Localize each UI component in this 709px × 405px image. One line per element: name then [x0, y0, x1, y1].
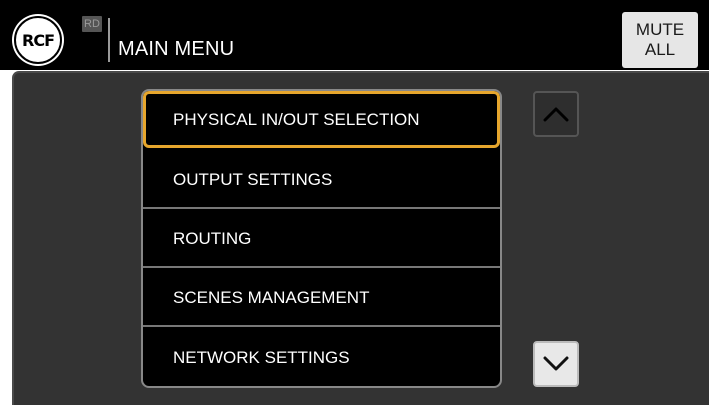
- menu-item-label: SCENES MANAGEMENT: [173, 287, 370, 307]
- rd-badge: RD: [82, 16, 102, 32]
- menu-item-routing[interactable]: ROUTING: [143, 211, 500, 268]
- logo-text: RCF: [22, 30, 55, 50]
- menu-item-scenes-management[interactable]: SCENES MANAGEMENT: [143, 270, 500, 327]
- mute-button-line2: ALL: [644, 40, 676, 59]
- app-frame: RCF RD MAIN MENU MUTE ALL PHYSICAL IN/OU…: [0, 0, 709, 405]
- menu-item-label: NETWORK SETTINGS: [173, 347, 350, 367]
- menu-item-label: ROUTING: [173, 228, 252, 248]
- header-bar: RCF RD MAIN MENU MUTE ALL: [0, 0, 709, 70]
- menu-item-label: OUTPUT SETTINGS: [173, 169, 333, 189]
- rcf-logo: RCF: [14, 16, 62, 64]
- chevron-down-icon: [543, 356, 569, 371]
- mute-button-line1: MUTE: [635, 20, 685, 39]
- scroll-down-button[interactable]: [533, 341, 579, 387]
- chevron-up-icon: [543, 107, 569, 122]
- header-divider: [108, 18, 110, 62]
- menu-item-output-settings[interactable]: OUTPUT SETTINGS: [143, 152, 500, 209]
- menu-item-network-settings[interactable]: NETWORK SETTINGS: [143, 329, 500, 386]
- page-title: MAIN MENU: [118, 38, 235, 60]
- scroll-up-button[interactable]: [533, 91, 579, 137]
- menu-item-label: PHYSICAL IN/OUT SELECTION: [173, 109, 420, 129]
- menu-item-physical-in-out-selection[interactable]: PHYSICAL IN/OUT SELECTION: [143, 91, 500, 148]
- mute-all-button[interactable]: MUTE ALL: [622, 12, 698, 68]
- main-menu-list: PHYSICAL IN/OUT SELECTION OUTPUT SETTING…: [141, 89, 502, 388]
